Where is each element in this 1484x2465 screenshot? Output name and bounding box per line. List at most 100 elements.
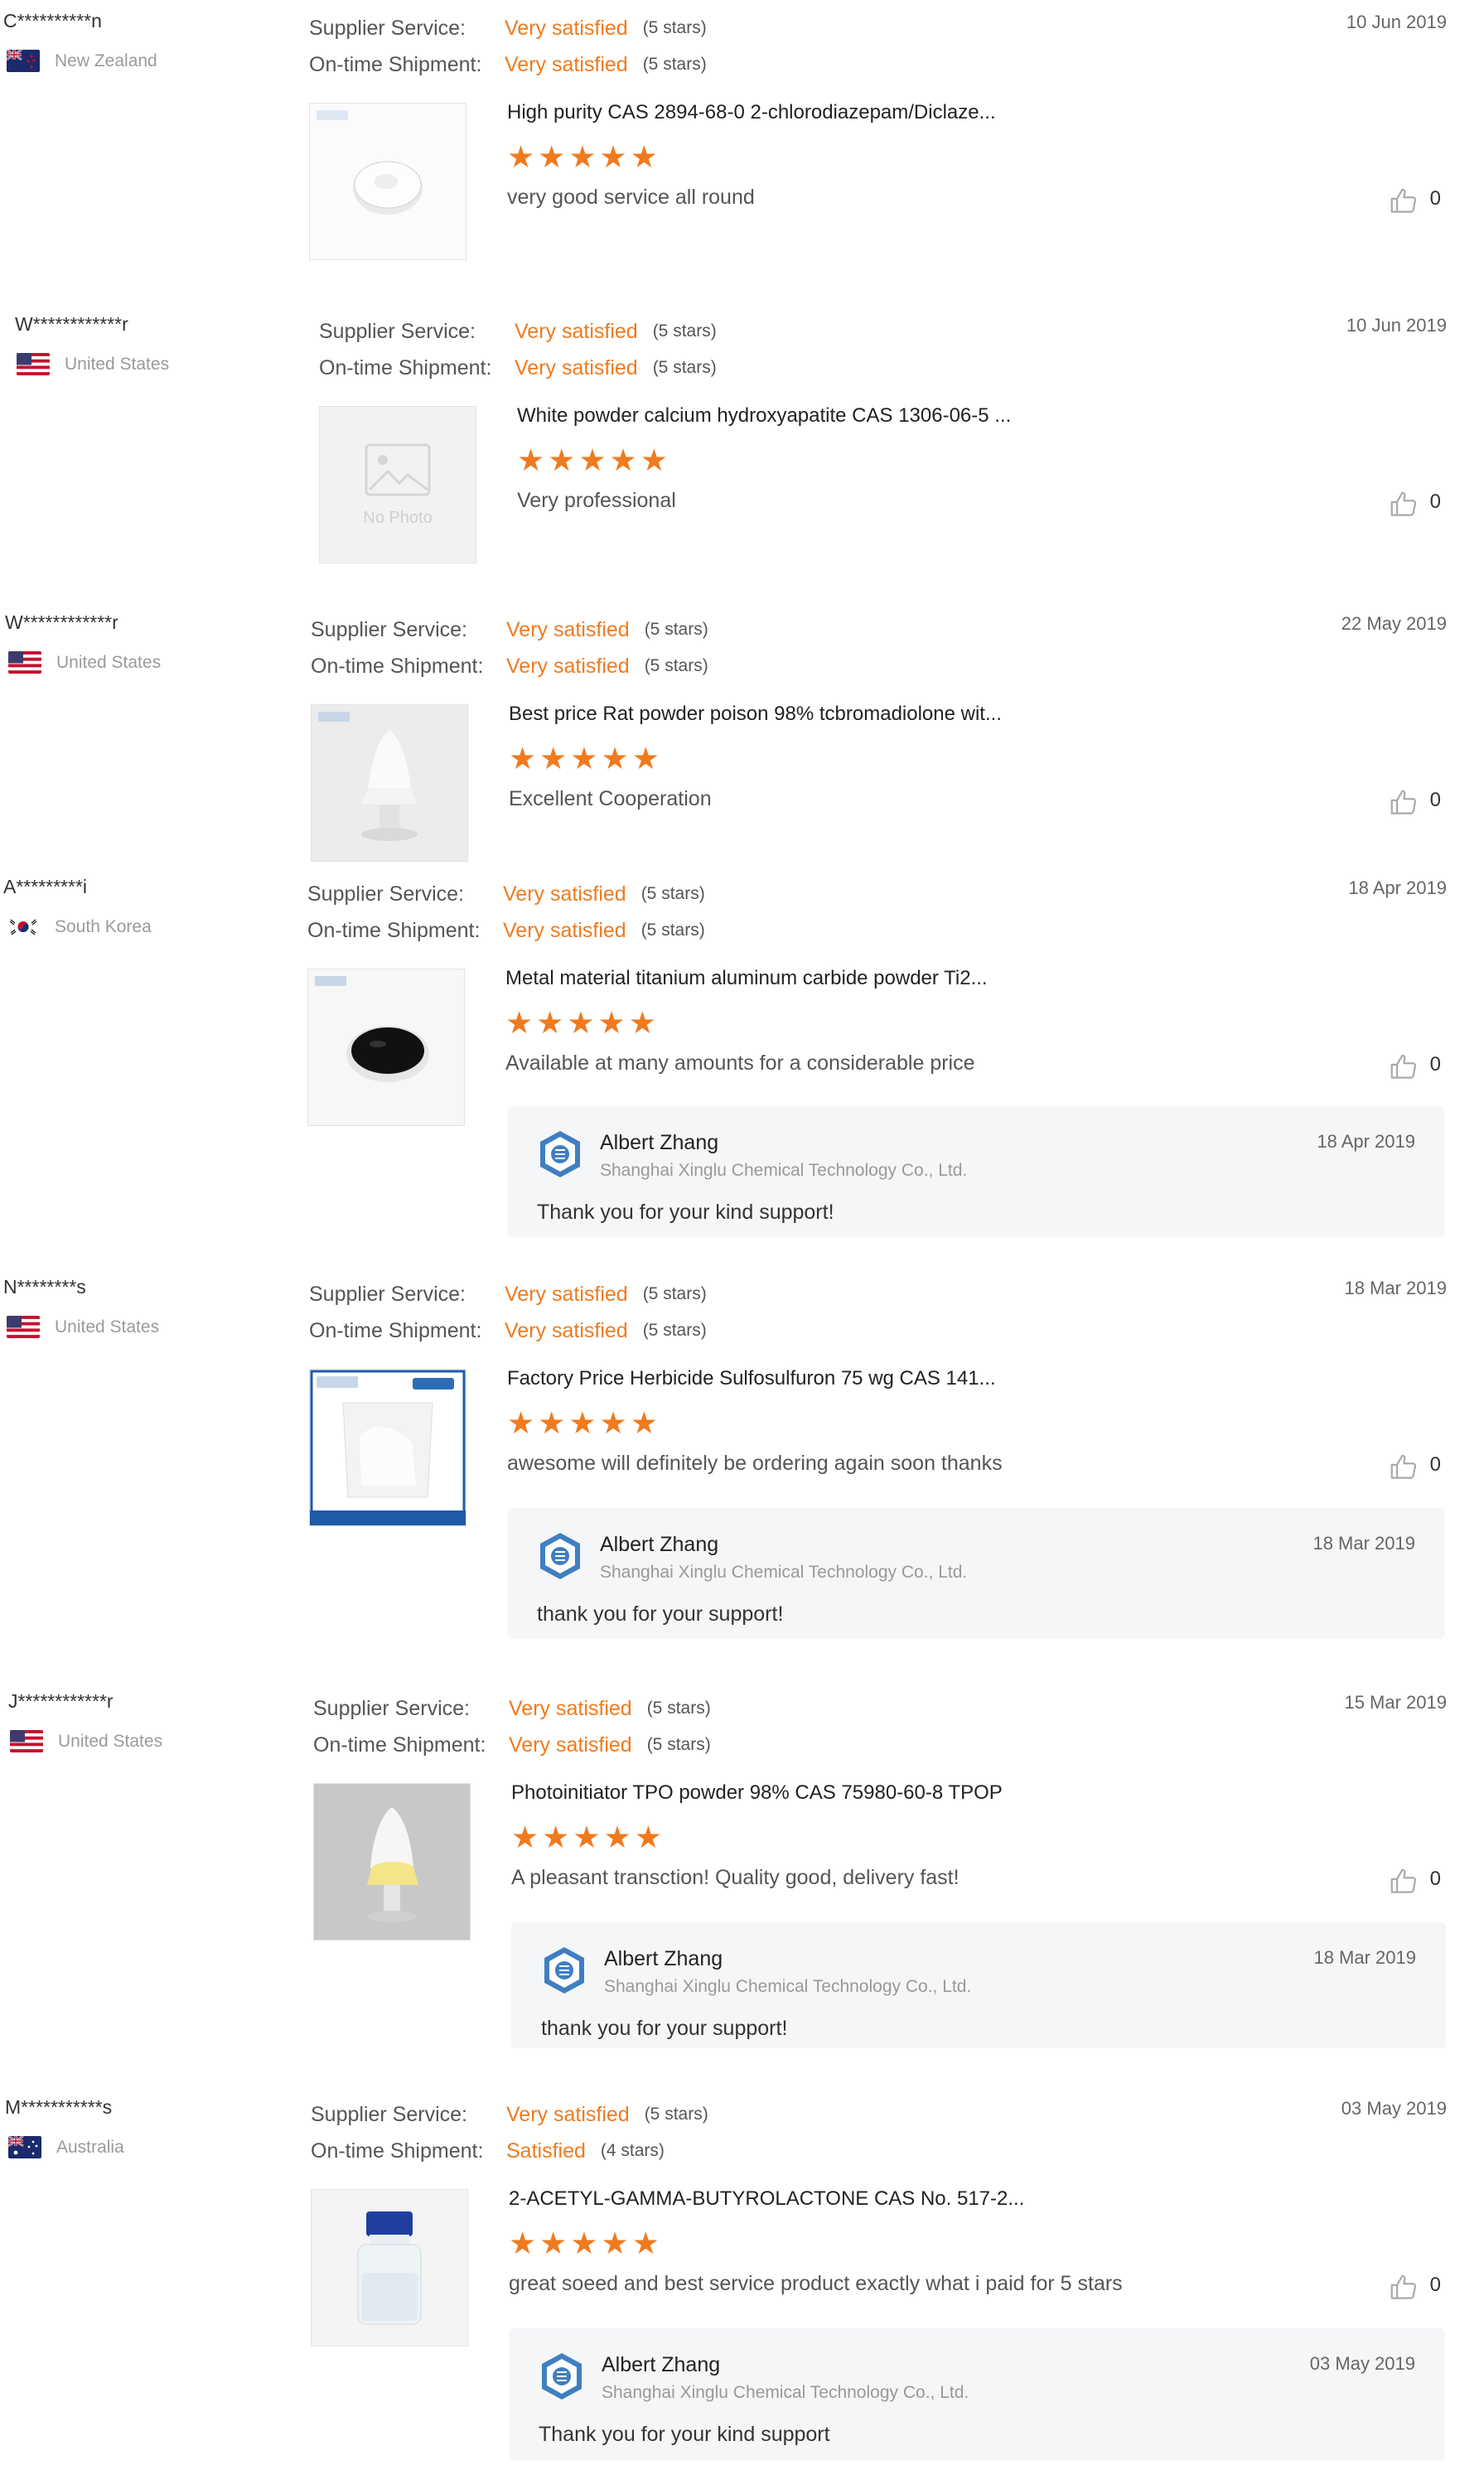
review-date: 18 Mar 2019 xyxy=(1344,1278,1447,1298)
reply-date: 18 Mar 2019 xyxy=(1313,1947,1416,1968)
star-icon: ★ xyxy=(601,2226,629,2260)
reply-company: Shanghai Xinglu Chemical Technology Co.,… xyxy=(602,2383,969,2402)
star-icon: ★ xyxy=(599,1406,627,1440)
product-thumbnail[interactable] xyxy=(309,1369,466,1526)
buyer-name: N********s xyxy=(3,1276,86,1298)
reply-author: Albert Zhang xyxy=(600,1131,719,1154)
nz-flag-icon xyxy=(7,50,40,72)
rating-stars-count: (5 stars) xyxy=(640,921,705,940)
rating-label: Supplier Service: xyxy=(311,618,467,641)
rating-label: On-time Shipment: xyxy=(313,1733,486,1757)
us-flag-icon xyxy=(17,353,50,375)
rating-value: Very satisfied xyxy=(505,1283,628,1306)
product-title-link[interactable]: Metal material titanium aluminum carbide… xyxy=(505,967,988,990)
review-comment: Excellent Cooperation xyxy=(509,787,712,810)
star-icon: ★ xyxy=(511,1820,539,1854)
star-rating: ★ ★ ★ ★ ★ xyxy=(517,444,671,477)
country-name: United States xyxy=(56,652,162,672)
star-icon: ★ xyxy=(542,1820,570,1854)
company-logo-icon xyxy=(541,1945,587,1995)
buyer-name: A*********i xyxy=(3,876,88,897)
star-rating: ★ ★ ★ ★ ★ xyxy=(507,141,661,174)
star-icon: ★ xyxy=(578,443,607,477)
reply-company: Shanghai Xinglu Chemical Technology Co.,… xyxy=(604,1977,972,1996)
country-name: Australia xyxy=(56,2137,124,2157)
ontime-shipment-rating: On-time Shipment: Very satisfied (5 star… xyxy=(319,350,717,386)
star-icon: ★ xyxy=(538,1406,566,1440)
product-title-link[interactable]: 2-ACETYL-GAMMA-BUTYROLACTONE CAS No. 517… xyxy=(509,2187,1024,2211)
buyer-country: United States xyxy=(10,1730,162,1752)
ontime-shipment-rating: On-time Shipment: Very satisfied (5 star… xyxy=(309,46,707,83)
product-title-link[interactable]: White powder calcium hydroxyapatite CAS … xyxy=(517,404,1011,428)
company-logo-icon xyxy=(537,1129,583,1179)
reply-text: Thank you for your kind support! xyxy=(537,1201,834,1224)
rating-value: Very satisfied xyxy=(515,320,638,343)
product-title-link[interactable]: Photoinitiator TPO powder 98% CAS 75980-… xyxy=(511,1781,1003,1805)
supplier-reply: Albert Zhang Shanghai Xinglu Chemical Te… xyxy=(511,1922,1446,2048)
buyer-name: M***********s xyxy=(5,2096,113,2118)
buyer-name: C**********n xyxy=(3,10,102,31)
us-flag-icon xyxy=(7,1316,40,1338)
buyer-country: United States xyxy=(7,1316,159,1338)
rating-value: Very satisfied xyxy=(506,655,630,678)
star-icon: ★ xyxy=(631,742,660,776)
product-thumbnail[interactable] xyxy=(309,103,466,260)
review-comment: very good service all round xyxy=(507,186,755,209)
reply-author: Albert Zhang xyxy=(602,2353,721,2376)
company-logo-icon xyxy=(537,1531,583,1581)
us-flag-icon xyxy=(8,651,41,674)
product-title-link[interactable]: High purity CAS 2894-68-0 2-chlorodiazep… xyxy=(507,101,996,124)
supplier-service-rating: Supplier Service: Very satisfied (5 star… xyxy=(313,1690,711,1727)
ratings: Supplier Service: Very satisfied (5 star… xyxy=(307,876,705,949)
us-flag-icon xyxy=(10,1730,43,1752)
rating-label: On-time Shipment: xyxy=(311,655,484,678)
star-icon: ★ xyxy=(507,140,535,174)
rating-stars-count: (5 stars) xyxy=(646,1735,711,1754)
product-thumbnail[interactable] xyxy=(311,2189,468,2347)
thumbs-up-icon[interactable] xyxy=(1388,1866,1419,1897)
thumbs-up-icon[interactable] xyxy=(1388,787,1419,819)
product-title-link[interactable]: Factory Price Herbicide Sulfosulfuron 75… xyxy=(507,1367,996,1390)
company-logo-icon xyxy=(539,2351,585,2401)
buyer-name: W************r xyxy=(5,611,118,633)
star-icon: ★ xyxy=(630,1406,658,1440)
product-thumbnail[interactable] xyxy=(311,704,468,862)
product-thumbnail[interactable] xyxy=(307,969,465,1126)
thumbs-up-icon[interactable] xyxy=(1388,1051,1419,1083)
review-date: 10 Jun 2019 xyxy=(1346,315,1447,336)
reply-date: 18 Mar 2019 xyxy=(1312,1533,1415,1554)
rating-stars-count: (5 stars) xyxy=(646,1699,711,1718)
star-icon: ★ xyxy=(609,443,637,477)
reply-company: Shanghai Xinglu Chemical Technology Co.,… xyxy=(600,1161,968,1180)
star-icon: ★ xyxy=(539,742,568,776)
rating-label: On-time Shipment: xyxy=(307,919,481,942)
review-comment: great soeed and best service product exa… xyxy=(509,2272,1123,2295)
rating-stars-count: (5 stars) xyxy=(644,620,708,639)
rating-value: Very satisfied xyxy=(506,618,630,641)
star-rating: ★ ★ ★ ★ ★ xyxy=(509,2227,663,2260)
star-icon: ★ xyxy=(538,140,566,174)
star-icon: ★ xyxy=(630,140,658,174)
star-icon: ★ xyxy=(603,1820,631,1854)
product-title-link[interactable]: Best price Rat powder poison 98% tcbroma… xyxy=(509,703,1002,726)
rating-label: Supplier Service: xyxy=(313,1697,470,1720)
ontime-shipment-rating: On-time Shipment: Satisfied (4 stars) xyxy=(311,2133,708,2169)
thumbs-up-icon[interactable] xyxy=(1388,2272,1419,2303)
supplier-reply: Albert Zhang Shanghai Xinglu Chemical Te… xyxy=(507,1106,1445,1237)
ratings: Supplier Service: Very satisfied (5 star… xyxy=(309,10,707,83)
reply-author: Albert Zhang xyxy=(604,1947,723,1970)
star-icon: ★ xyxy=(507,1406,535,1440)
supplier-service-rating: Supplier Service: Very satisfied (5 star… xyxy=(309,1276,707,1312)
product-thumbnail[interactable] xyxy=(313,1783,471,1941)
star-icon: ★ xyxy=(631,2226,660,2260)
supplier-service-rating: Supplier Service: Very satisfied (5 star… xyxy=(311,2096,708,2133)
ratings: Supplier Service: Very satisfied (5 star… xyxy=(313,1690,711,1763)
thumbs-up-icon[interactable] xyxy=(1388,1452,1419,1483)
rating-value: Very satisfied xyxy=(506,2103,630,2126)
product-thumbnail[interactable]: No Photo xyxy=(319,406,476,563)
star-icon: ★ xyxy=(628,1006,656,1040)
star-rating: ★ ★ ★ ★ ★ xyxy=(505,1007,660,1040)
thumbs-up-icon[interactable] xyxy=(1388,489,1419,520)
country-name: United States xyxy=(58,1731,163,1751)
thumbs-up-icon[interactable] xyxy=(1388,186,1419,217)
